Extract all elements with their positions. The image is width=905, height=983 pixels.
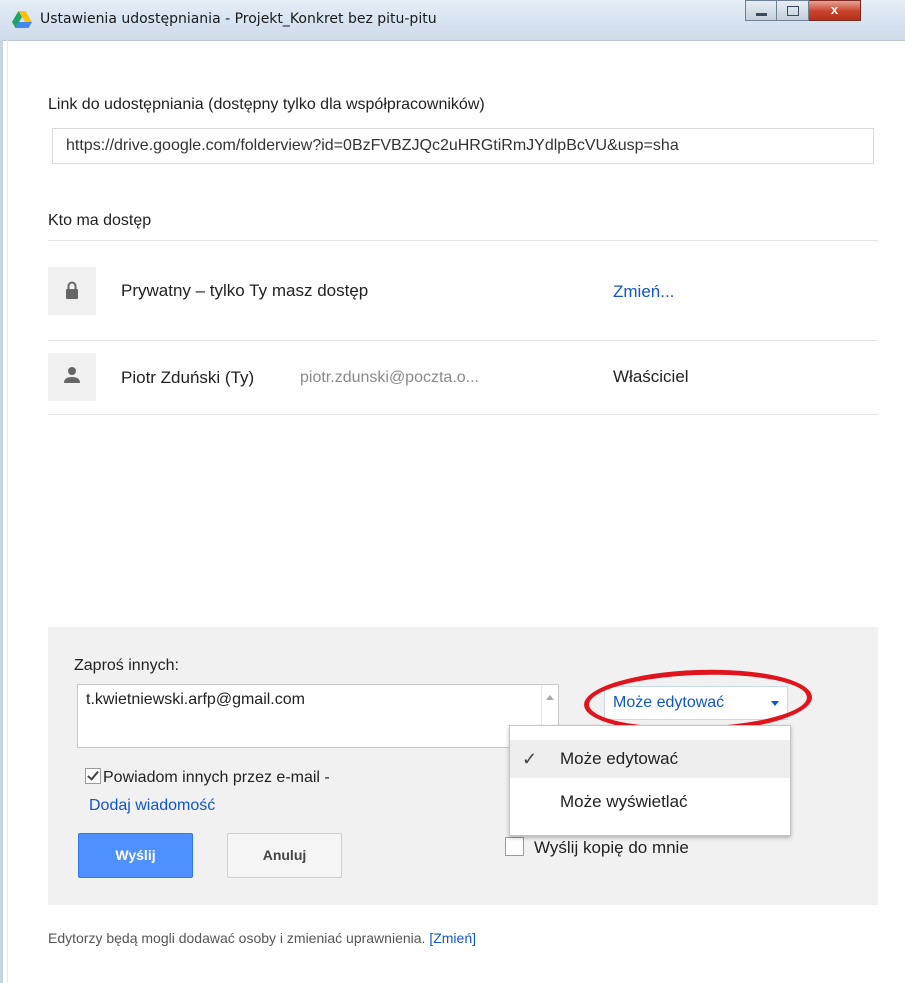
owner-email: piotr.zdunski@poczta.o...	[300, 369, 479, 386]
cancel-button[interactable]: Anuluj	[227, 833, 342, 878]
access-row-visibility: Prywatny – tylko Ty masz dostęp Zmień...	[48, 267, 878, 339]
checkmark-icon: ✓	[522, 749, 538, 769]
send-copy-label: Wyślij kopię do mnie	[534, 838, 689, 857]
notify-checkbox[interactable]	[85, 768, 101, 784]
minimize-button[interactable]	[745, 0, 777, 21]
add-message-link[interactable]: Dodaj wiadomość	[89, 797, 215, 815]
chevron-down-icon	[771, 701, 779, 706]
menu-item-label: Może edytować	[560, 749, 679, 768]
maximize-button[interactable]	[777, 0, 809, 21]
footer-text: Edytorzy będą mogli dodawać osoby i zmie…	[48, 930, 426, 946]
footer-note: Edytorzy będą mogli dodawać osoby i zmie…	[48, 930, 476, 946]
change-visibility-link[interactable]: Zmień...	[613, 282, 674, 302]
window-frame-left	[0, 40, 3, 983]
notify-row: Powiadom innych przez e-mail -	[85, 768, 330, 787]
invite-email-value: t.kwietniewski.arfp@gmail.com	[86, 691, 305, 708]
permission-menu: ✓ Może edytować Może wyświetlać	[509, 725, 791, 836]
share-link-field[interactable]: https://drive.google.com/folderview?id=0…	[52, 128, 874, 164]
who-has-access-heading: Kto ma dostęp	[48, 212, 152, 229]
minimize-icon	[756, 13, 767, 16]
invite-label: Zaproś innych:	[74, 657, 179, 674]
share-link-heading: Link do udostępniania (dostępny tylko dl…	[48, 96, 485, 113]
maximize-icon	[787, 6, 799, 16]
divider	[48, 414, 878, 415]
invite-email-input[interactable]: t.kwietniewski.arfp@gmail.com	[77, 684, 559, 748]
owner-role: Właściciel	[613, 367, 689, 386]
divider	[48, 340, 878, 341]
menu-item-can-edit[interactable]: ✓ Może edytować	[510, 740, 790, 778]
lock-icon	[66, 281, 78, 299]
close-button[interactable]: x	[809, 0, 861, 21]
visibility-icon-box	[48, 267, 96, 315]
permission-dropdown-value: Może edytować	[613, 694, 725, 711]
google-drive-logo-icon	[12, 11, 32, 28]
visibility-description: Prywatny – tylko Ty masz dostęp	[121, 281, 369, 300]
send-copy-row: Wyślij kopię do mnie	[505, 837, 689, 858]
window-titlebar[interactable]: Ustawienia udostępniania - Projekt_Konkr…	[0, 0, 905, 41]
menu-item-label: Może wyświetlać	[560, 792, 688, 811]
person-icon-box	[48, 353, 96, 401]
owner-name: Piotr Zduński (Ty)	[121, 368, 255, 387]
close-icon: x	[830, 2, 839, 17]
permission-dropdown[interactable]: Może edytować	[604, 686, 788, 720]
person-icon	[64, 367, 80, 383]
window-frame-inner	[7, 40, 8, 983]
window-title: Ustawienia udostępniania - Projekt_Konkr…	[40, 11, 437, 27]
send-copy-checkbox[interactable]	[505, 837, 524, 856]
window-controls: x	[745, 0, 861, 22]
notify-label: Powiadom innych przez e-mail -	[103, 769, 330, 786]
menu-item-can-view[interactable]: Może wyświetlać	[510, 783, 790, 821]
divider	[48, 240, 878, 241]
send-button[interactable]: Wyślij	[78, 833, 193, 878]
change-editor-rights-link[interactable]: [Zmień]	[429, 930, 476, 946]
